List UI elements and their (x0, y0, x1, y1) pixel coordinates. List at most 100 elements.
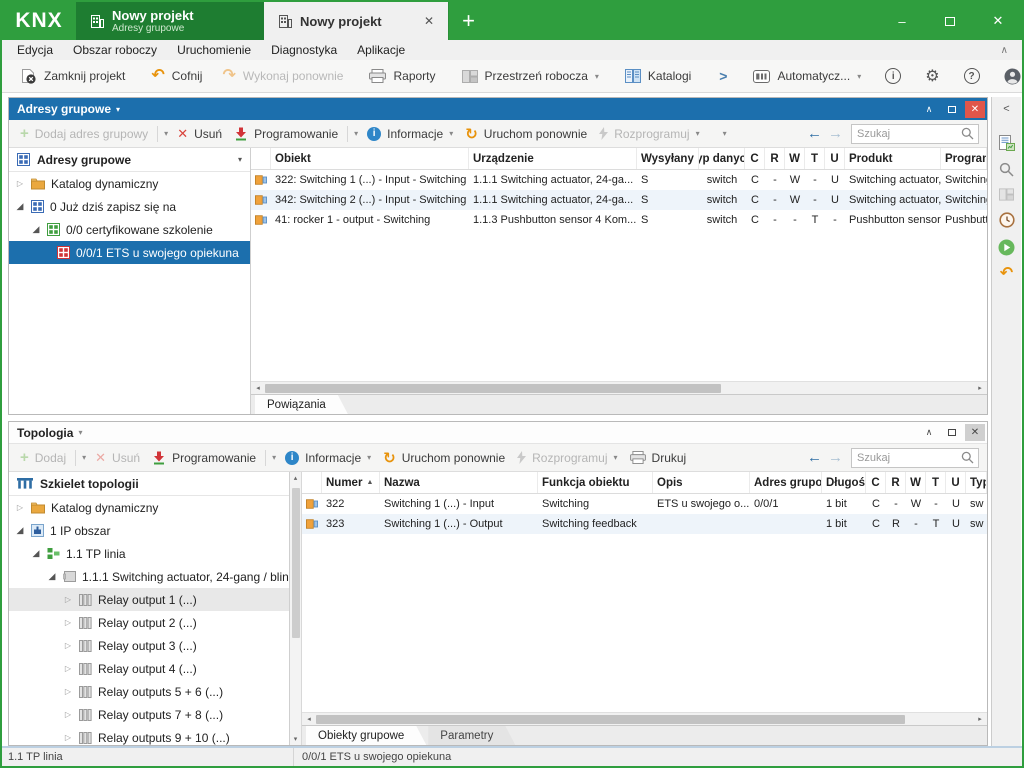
panel-close-button[interactable]: ✕ (965, 424, 985, 441)
add-group-address-button[interactable]: + Dodaj adres grupowy (17, 125, 151, 142)
tree-item-middle-group[interactable]: ◢ 0/0 certyfikowane szkolenie (9, 218, 250, 241)
column-u[interactable]: U (946, 472, 966, 493)
tree-item-relay-output[interactable]: ▷ Relay output 1 (...) (9, 588, 289, 611)
table-row[interactable]: 322 Switching 1 (...) - Input Switching … (302, 494, 987, 514)
column-wysylany[interactable]: Wysyłany (637, 148, 699, 169)
scroll-down-icon[interactable]: ▾ (294, 733, 298, 745)
history-clock-icon[interactable] (999, 212, 1015, 228)
scrollbar-thumb[interactable] (316, 715, 905, 724)
menu-edycja[interactable]: Edycja (8, 43, 62, 57)
column-c[interactable]: C (866, 472, 886, 493)
ga-tree-header[interactable]: Adresy grupowe ▾ (9, 148, 250, 172)
tab-close-icon[interactable]: ✕ (424, 14, 434, 28)
nav-back-button[interactable]: ← (807, 125, 822, 142)
topo-tree-header[interactable]: Szkielet topologii (9, 472, 289, 496)
expander-icon[interactable]: ◢ (31, 548, 41, 559)
column-urzadzenie[interactable]: Urządzenie (469, 148, 637, 169)
tree-item-relay-output[interactable]: ▷ Relay output 4 (...) (9, 657, 289, 680)
table-row[interactable]: 323 Switching 1 (...) - Output Switching… (302, 514, 987, 534)
add-button[interactable]: + Dodaj (17, 449, 69, 466)
tree-item-relay-output[interactable]: ▷ Relay output 2 (...) (9, 611, 289, 634)
table-row[interactable]: 342: Switching 2 (...) - Input - Switchi… (251, 190, 987, 210)
tree-item-ip-area[interactable]: ◢ 1 IP obszar (9, 519, 289, 542)
scroll-right-icon[interactable]: ▸ (973, 715, 987, 723)
expander-icon[interactable]: ▷ (63, 641, 73, 650)
column-typ[interactable]: Typ (966, 472, 987, 493)
table-row[interactable]: 41: rocker 1 - output - Switching 1.1.3 … (251, 210, 987, 230)
print-button[interactable]: Drukuj (627, 451, 690, 465)
table-row[interactable]: 322: Switching 1 (...) - Input - Switchi… (251, 170, 987, 190)
new-tab-button[interactable]: + (448, 2, 488, 40)
tree-item-dynamic-folder[interactable]: ▷ Katalog dynamiczny (9, 172, 250, 195)
add-dropdown-caret[interactable]: ▾ (82, 453, 86, 462)
scroll-up-icon[interactable]: ▴ (294, 472, 298, 484)
expander-icon[interactable]: ▷ (15, 179, 25, 188)
workspace-icon[interactable] (999, 188, 1014, 201)
panel-maximize-button[interactable] (942, 101, 962, 118)
scroll-left-icon[interactable]: ◂ (251, 384, 265, 392)
program-button[interactable]: Programowanie (149, 451, 259, 465)
help-button[interactable]: ? (954, 63, 990, 89)
column-c[interactable]: C (745, 148, 765, 169)
tab-parametry[interactable]: Parametry (428, 726, 515, 745)
ga-horizontal-scrollbar[interactable]: ◂ ▸ (251, 381, 987, 394)
tab-obiekty-grupowe[interactable]: Obiekty grupowe (306, 726, 426, 745)
topo-horizontal-scrollbar[interactable]: ◂ ▸ (302, 712, 987, 725)
nav-forward-button[interactable]: → (828, 125, 843, 142)
column-t[interactable]: T (805, 148, 825, 169)
expander-icon[interactable]: ▷ (63, 664, 73, 673)
menu-diagnostyka[interactable]: Diagnostyka (262, 43, 346, 57)
column-adres-grupowy[interactable]: Adres grupowy (750, 472, 822, 493)
reports-button[interactable]: Raporty (359, 64, 445, 88)
info-button[interactable]: i (875, 63, 911, 89)
report-icon[interactable] (999, 135, 1015, 151)
panel-close-button[interactable]: ✕ (965, 101, 985, 118)
delete-button[interactable]: ✕ Usuń (174, 126, 225, 142)
tree-item-tp-line[interactable]: ◢ 1.1 TP linia (9, 542, 289, 565)
workspace-button[interactable]: Przestrzeń robocza ▾ (452, 64, 609, 88)
column-dlugosc[interactable]: Długość (822, 472, 866, 493)
unload-button[interactable]: Rozprogramuj ▾ (596, 127, 702, 141)
menu-obszar-roboczy[interactable]: Obszar roboczy (64, 43, 166, 57)
scrollbar-thumb[interactable] (265, 384, 721, 393)
ga-search-input[interactable] (852, 128, 961, 140)
expander-icon[interactable]: ▷ (63, 733, 73, 742)
expander-icon[interactable]: ▷ (63, 710, 73, 719)
expander-icon[interactable]: ◢ (47, 571, 57, 582)
scroll-left-icon[interactable]: ◂ (302, 715, 316, 723)
info-menu-button[interactable]: i Informacje ▾ (364, 127, 456, 141)
add-dropdown-caret[interactable]: ▾ (164, 129, 168, 138)
toolbar-overflow-icon[interactable]: > (707, 68, 739, 84)
info-menu-button[interactable]: i Informacje ▾ (282, 451, 374, 465)
column-t[interactable]: T (926, 472, 946, 493)
redo-button[interactable]: ↷ Wykonaj ponownie (212, 64, 353, 88)
extra-dropdown-caret[interactable]: ▾ (723, 129, 727, 138)
scroll-right-icon[interactable]: ▸ (973, 384, 987, 392)
ribbon-collapse-icon[interactable]: ∧ (1001, 45, 1016, 56)
catalogs-button[interactable]: Katalogi (615, 64, 701, 88)
minimize-button[interactable]: – (878, 2, 926, 40)
undo-button[interactable]: ↶ Cofnij (141, 64, 212, 88)
chevron-down-icon[interactable]: ▾ (238, 155, 242, 164)
settings-button[interactable]: ⚙ (915, 61, 949, 91)
unload-button[interactable]: Rozprogramuj ▾ (514, 451, 620, 465)
tree-item-main-group[interactable]: ◢ 0 Już dziś zapisz się na (9, 195, 250, 218)
tab-powiazania[interactable]: Powiązania (255, 395, 348, 414)
panel-collapse-button[interactable]: ∧ (919, 101, 939, 118)
menu-uruchomienie[interactable]: Uruchomienie (168, 43, 260, 57)
tree-item-group-address-selected[interactable]: 0/0/1 ETS u swojego opiekuna (9, 241, 250, 264)
account-button[interactable] (994, 63, 1024, 90)
column-w[interactable]: W (906, 472, 926, 493)
column-produkt[interactable]: Produkt (845, 148, 941, 169)
expander-icon[interactable]: ▷ (63, 618, 73, 627)
restart-device-button[interactable]: ↻ Uruchom ponownie (380, 449, 508, 467)
close-button[interactable]: ✕ (974, 2, 1022, 40)
column-obiekt[interactable]: Obiekt (271, 148, 469, 169)
column-opis[interactable]: Opis (653, 472, 750, 493)
expander-icon[interactable]: ◢ (15, 201, 25, 212)
connection-selector[interactable]: Automatycz... ▾ (743, 64, 871, 88)
expander-icon[interactable]: ◢ (15, 525, 25, 536)
project-tab-active[interactable]: Nowy projekt Adresy grupowe (76, 2, 264, 40)
tree-item-relay-output[interactable]: ▷ Relay output 3 (...) (9, 634, 289, 657)
restart-device-button[interactable]: ↻ Uruchom ponownie (462, 125, 590, 143)
